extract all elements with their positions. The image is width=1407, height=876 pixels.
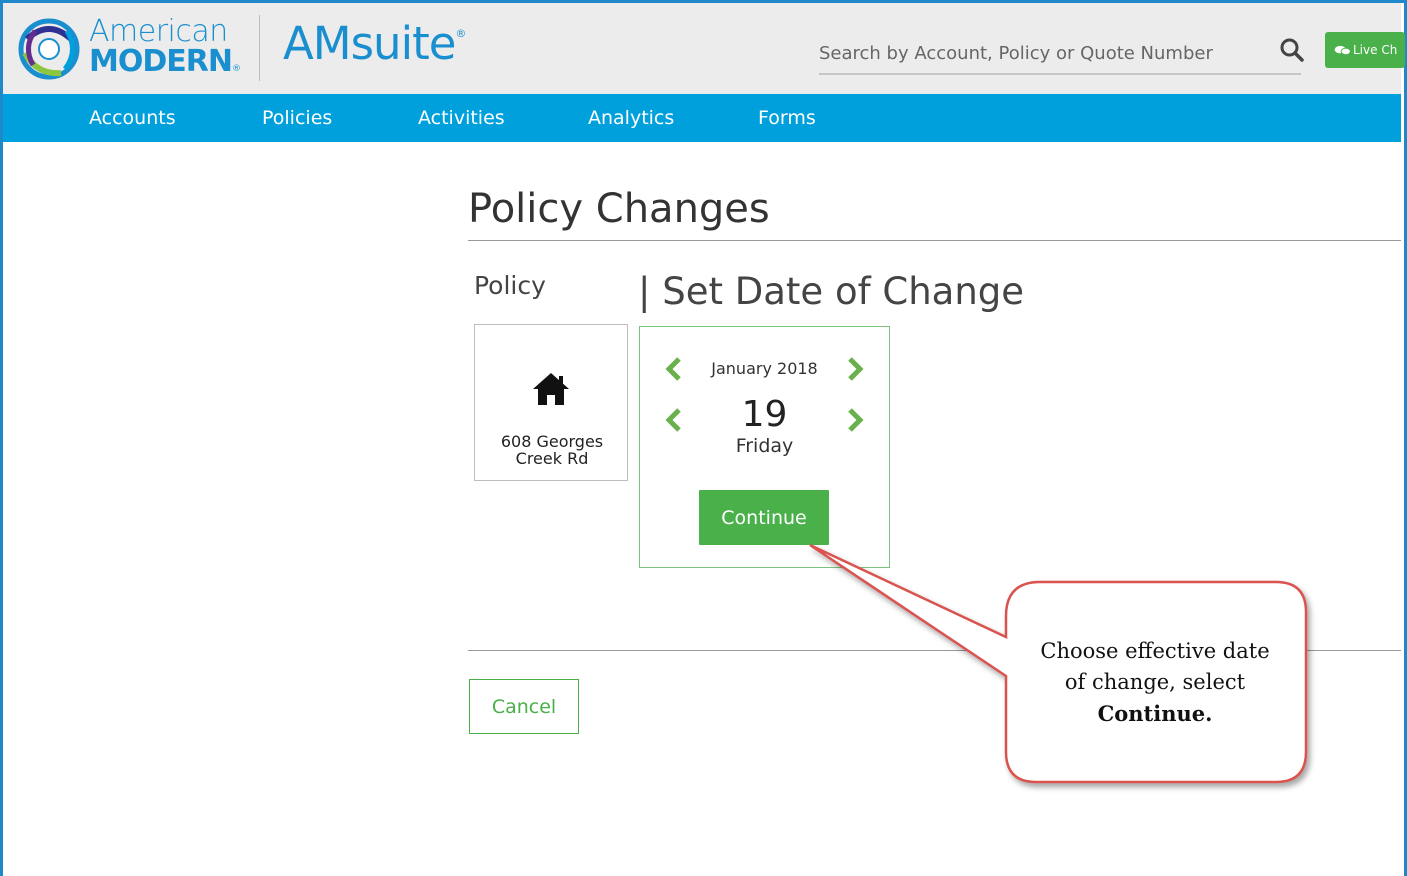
nav-item-analytics[interactable]: Analytics <box>588 94 674 142</box>
chevron-right-month-icon[interactable] <box>845 356 865 382</box>
title-divider <box>468 240 1401 241</box>
logo-modern-text: MODERN <box>89 44 233 79</box>
policy-card[interactable]: 608 Georges Creek Rd <box>474 324 628 481</box>
live-chat-label: Live Ch <box>1353 43 1398 57</box>
step-title: | Set Date of Change <box>638 270 1025 313</box>
callout-text: Choose effective date of change, select … <box>1010 636 1300 730</box>
callout-line-2: of change, select <box>1064 670 1246 694</box>
amsuite-text: AMsuite <box>283 17 456 70</box>
american-modern-logo[interactable]: American MODERN® <box>17 13 247 83</box>
nav-item-forms[interactable]: Forms <box>758 94 816 142</box>
logo-line-american: American <box>89 14 228 49</box>
house-icon <box>533 373 569 405</box>
chat-bubbles-icon <box>1334 45 1351 56</box>
address-line-2: Creek Rd <box>515 449 589 468</box>
logo-wordmark: American MODERN® <box>89 14 241 84</box>
callout-emphasis: Continue. <box>1097 701 1213 726</box>
logo-divider <box>259 15 260 81</box>
callout-line-1: Choose effective date <box>1040 639 1270 663</box>
weekday-label: Friday <box>735 435 794 457</box>
nav-item-activities[interactable]: Activities <box>418 94 505 142</box>
cancel-button[interactable]: Cancel <box>469 679 579 734</box>
page-title: Policy Changes <box>468 186 770 232</box>
search-input[interactable] <box>819 33 1259 71</box>
continue-button[interactable]: Continue <box>699 490 829 545</box>
date-picker-card: January 2018 19 Friday Continue <box>639 326 890 568</box>
nav-item-accounts[interactable]: Accounts <box>89 94 176 142</box>
logo-mark-icon <box>18 18 80 80</box>
amsuite-product-name[interactable]: AMsuite® <box>283 17 466 70</box>
live-chat-button[interactable]: Live Ch <box>1325 32 1405 68</box>
main-nav: Accounts Policies Activities Analytics F… <box>3 94 1401 142</box>
amsuite-registered-mark: ® <box>455 27 466 40</box>
nav-item-policies[interactable]: Policies <box>262 94 332 142</box>
logo-line-modern: MODERN® <box>89 44 241 84</box>
policy-address: 608 Georges Creek Rd <box>475 433 629 467</box>
callout-line-3: Continue. <box>1010 698 1300 730</box>
logo-registered-mark: ® <box>231 64 241 74</box>
policy-column-label: Policy <box>474 271 546 300</box>
search-bar <box>819 33 1304 75</box>
chevron-right-day-icon[interactable] <box>845 407 865 433</box>
address-line-1: 608 Georges <box>500 432 604 451</box>
app-header: American MODERN® AMsuite® Live Ch <box>3 3 1405 94</box>
search-icon[interactable] <box>1279 37 1305 63</box>
